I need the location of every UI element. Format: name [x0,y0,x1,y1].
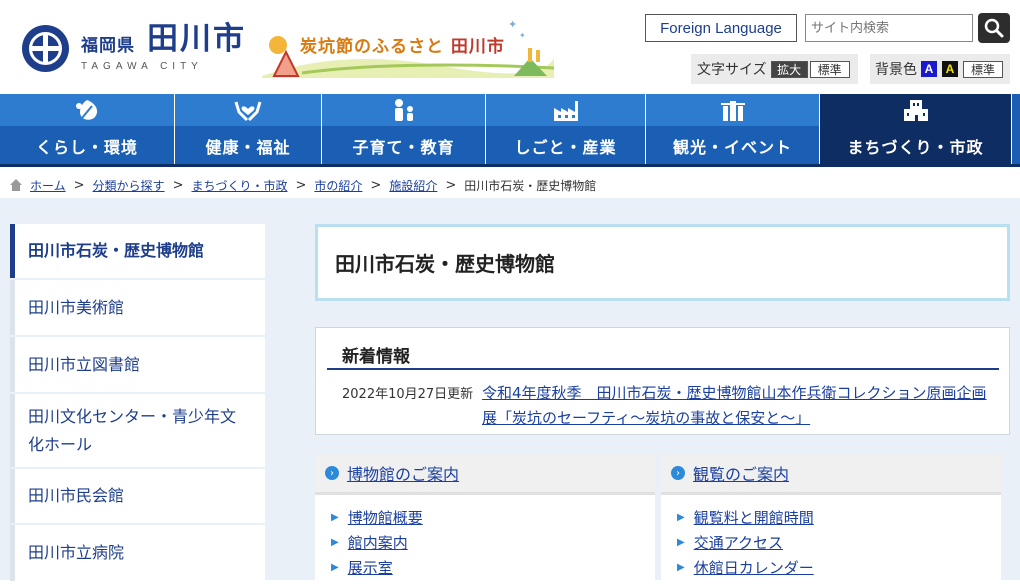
list-item: ▶ 博物館概要 [331,505,655,530]
site-header: 福岡県 田川市 TAGAWA CITY ✦ ✦ 炭坑節のふるさと 田川市 For… [0,0,1020,94]
nav-label: まちづくり・市政 [847,138,984,157]
chevron-right-icon: ▶ [677,562,685,573]
bg-standard-button[interactable]: 標準 [963,60,1003,78]
visit-guide-heading[interactable]: 観覧のご案内 [693,461,789,485]
breadcrumb: ホーム > 分類から探す > まちづくり・市政 > 市の紹介 > 施設紹介 > … [10,176,596,194]
font-size-large-button[interactable]: 拡大 [770,60,808,78]
chevron-right-icon: > [445,177,457,193]
nav-label: くらし・環境 [35,138,138,157]
font-size-label: 文字サイズ [697,62,767,78]
chevron-right-icon: ▶ [331,562,339,573]
chevron-right-icon: > [172,177,184,193]
foreign-language-button[interactable]: Foreign Language [645,14,797,42]
chevron-right-icon: ▶ [677,512,685,523]
nav-health-welfare[interactable]: 健康・福祉 [175,94,322,164]
factory-icon [551,98,581,122]
chevron-right-icon: > [295,177,307,193]
breadcrumb-current: 田川市石炭・歴史博物館 [464,178,597,193]
chevron-right-icon: ▶ [331,537,339,548]
font-size-controls: 文字サイズ 拡大 標準 [691,54,858,84]
divider [327,368,999,370]
news-heading: 新着情報 [342,347,410,367]
bg-blue-button[interactable]: A [921,61,937,77]
list-item: ▶ 観覧料と開館時間 [677,505,1001,530]
building-icon [901,98,931,122]
site-search-input[interactable] [805,14,973,42]
global-nav: くらし・環境 健康・福祉 子育て・教育 しごと・産業 観光・イベント まちづくり… [0,94,1020,167]
tanko-bushi-banner[interactable]: ✦ ✦ 炭坑節のふるさと 田川市 [262,18,554,78]
chevron-right-icon: ▶ [677,537,685,548]
logo-prefecture: 福岡県 [81,36,135,56]
banner-text: 炭坑節のふるさと [300,37,444,57]
nav-label: 観光・イベント [672,138,792,157]
breadcrumb-item[interactable]: まちづくり・市政 [191,177,287,194]
search-button[interactable] [978,13,1010,43]
background-color-label: 背景色 [875,62,917,78]
nav-work-industry[interactable]: しごと・産業 [486,94,646,164]
font-size-standard-button[interactable]: 標準 [809,60,850,78]
arrow-circle-icon: › [671,466,685,480]
nav-label: しごと・産業 [514,138,617,157]
sidebar-item-culture-center[interactable]: 田川文化センター・青少年文化ホール [10,394,265,467]
link-exhibition-room[interactable]: 展示室 [348,557,393,578]
sidebar-item-coal-museum[interactable]: 田川市石炭・歴史博物館 [10,224,265,278]
museum-guide-card: › 博物館のご案内 ▶ 博物館概要 ▶ 館内案内 ▶ 展示室 [315,454,655,584]
list-item: ▶ 休館日カレンダー [677,555,1001,580]
hands-heart-icon [233,98,263,122]
breadcrumb-item[interactable]: 分類から探す [93,177,165,194]
nav-living-environment[interactable]: くらし・環境 [0,94,175,164]
nav-childcare-education[interactable]: 子育て・教育 [322,94,486,164]
list-item: ▶ 展示室 [331,555,655,580]
nav-tourism-events[interactable]: 観光・イベント [646,94,820,164]
logo-city-name: 田川市 [147,21,246,57]
city-emblem-icon [22,24,69,72]
chevron-right-icon: ▶ [331,512,339,523]
link-fees-hours[interactable]: 観覧料と開館時間 [694,507,814,528]
search-icon [984,18,1004,38]
sidebar-item-art-museum[interactable]: 田川市美術館 [10,280,265,335]
nav-label: 健康・福祉 [205,138,291,157]
sidebar-item-city-hospital[interactable]: 田川市立病院 [10,525,265,581]
link-floor-guide[interactable]: 館内案内 [348,532,408,553]
link-access[interactable]: 交通アクセス [694,532,783,553]
leaf-drop-icon [72,98,102,122]
list-item: ▶ 交通アクセス [677,530,1001,555]
news-date: 2022年10月27日更新 [342,387,474,402]
site-logo[interactable]: 福岡県 田川市 TAGAWA CITY [22,24,246,72]
nav-town-planning-government[interactable]: まちづくり・市政 [820,94,1012,164]
chevron-right-icon: > [73,177,85,193]
sidebar-item-library[interactable]: 田川市立図書館 [10,337,265,392]
svg-text:✦: ✦ [519,31,526,40]
nav-label: 子育て・教育 [352,138,455,157]
breadcrumb-home[interactable]: ホーム [30,177,66,194]
visit-guide-card: › 観覧のご案内 ▶ 観覧料と開館時間 ▶ 交通アクセス ▶ 休館日カレンダー [661,454,1001,584]
svg-text:✦: ✦ [508,18,517,31]
landmark-icon [718,98,748,122]
page-title: 田川市石炭・歴史博物館 [335,252,555,276]
breadcrumb-item[interactable]: 施設紹介 [389,177,437,194]
bg-black-button[interactable]: A [942,61,958,77]
page-title-box: 田川市石炭・歴史博物館 [315,224,1010,301]
arrow-circle-icon: › [325,466,339,480]
home-icon [10,179,22,191]
logo-roman: TAGAWA CITY [81,61,203,72]
sidebar-menu: 田川市石炭・歴史博物館 田川市美術館 田川市立図書館 田川文化センター・青少年文… [10,224,265,583]
background-color-controls: 背景色 A A 標準 [870,54,1010,84]
parent-child-icon [389,98,419,122]
breadcrumb-item[interactable]: 市の紹介 [314,177,362,194]
news-link[interactable]: 令和4年度秋季 田川市石炭・歴史博物館山本作兵衛コレクション原画企画展「炭坑のセ… [482,381,992,431]
chevron-right-icon: > [370,177,382,193]
link-museum-overview[interactable]: 博物館概要 [348,507,423,528]
banner-city: 田川市 [450,37,505,57]
sidebar-item-civic-hall[interactable]: 田川市民会館 [10,469,265,523]
news-section: 新着情報 2022年10月27日更新 令和4年度秋季 田川市石炭・歴史博物館山本… [315,327,1010,435]
list-item: ▶ 館内案内 [331,530,655,555]
museum-guide-heading[interactable]: 博物館のご案内 [347,461,459,485]
link-closed-calendar[interactable]: 休館日カレンダー [694,557,814,578]
